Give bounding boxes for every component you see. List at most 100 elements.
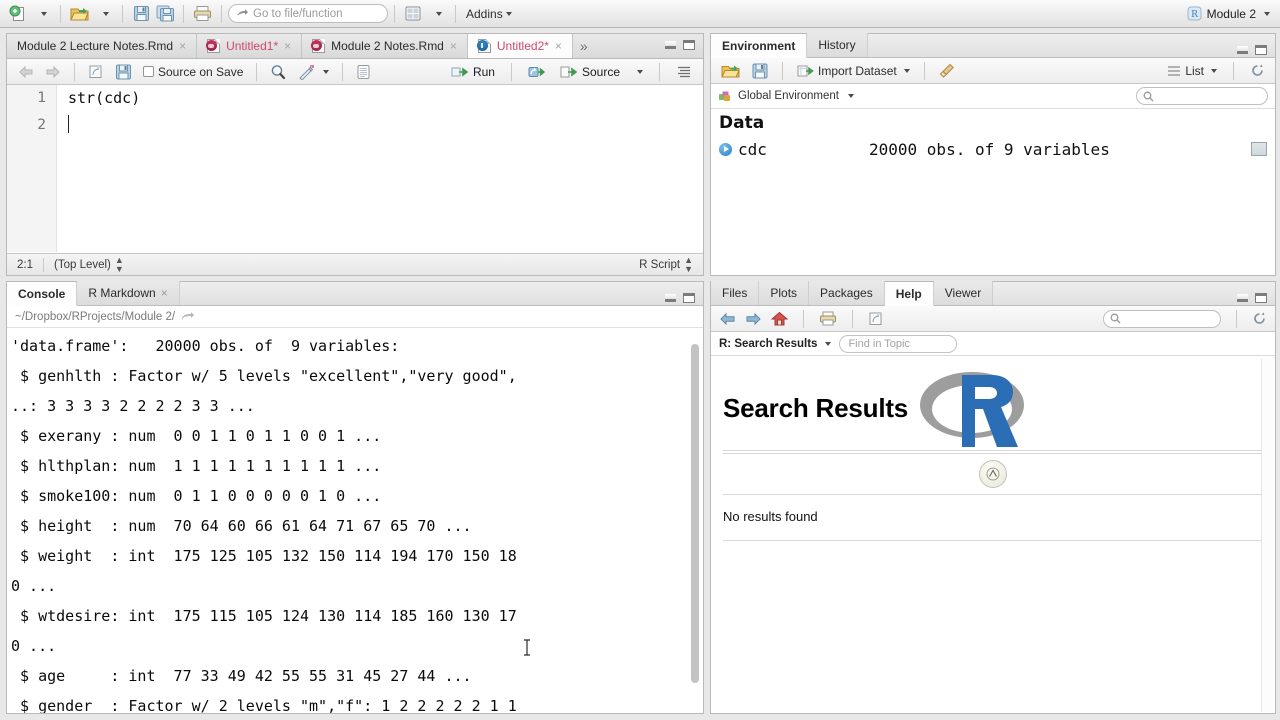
pane-layout-dropdown[interactable] (425, 3, 449, 25)
console-output[interactable]: 'data.frame': 20000 obs. of 9 variables:… (7, 329, 703, 713)
close-icon[interactable]: × (284, 40, 291, 52)
help-title-row: Search Results (723, 372, 1263, 447)
goto-arrow-icon (237, 8, 248, 16)
new-file-dropdown[interactable] (30, 3, 54, 25)
clear-objects-button[interactable] (935, 61, 959, 81)
minimize-icon[interactable] (1237, 294, 1248, 302)
open-file-button[interactable] (67, 3, 92, 25)
checkbox-icon[interactable] (143, 66, 154, 77)
expand-object-icon[interactable] (719, 142, 732, 156)
page-title: Search Results (723, 392, 909, 423)
help-refresh-button[interactable] (1252, 311, 1267, 326)
help-search-input[interactable] (1103, 309, 1221, 328)
close-icon[interactable]: × (450, 40, 457, 52)
main-toolbar: Go to file/function Addins R Module 2 (0, 0, 1280, 28)
maximize-icon[interactable] (683, 40, 695, 50)
show-in-new-window-button[interactable] (84, 62, 108, 82)
tab-plots[interactable]: Plots (759, 281, 810, 305)
close-icon[interactable]: × (179, 40, 186, 52)
save-button[interactable] (129, 3, 153, 25)
tab-help[interactable]: Help (884, 282, 934, 306)
source-button[interactable]: Source (556, 62, 624, 82)
find-in-topic-input[interactable]: Find in Topic (839, 334, 958, 353)
run-button[interactable]: Run (447, 62, 499, 82)
maximize-icon[interactable] (1255, 293, 1267, 303)
help-scrollbar[interactable] (1261, 359, 1274, 712)
project-name: Module 2 (1206, 6, 1256, 21)
source-tab-untitled2[interactable]: Untitled2* × (467, 34, 573, 58)
new-file-button[interactable] (6, 3, 30, 25)
source-dropdown[interactable] (630, 62, 647, 82)
find-replace-button[interactable] (266, 62, 291, 82)
code-area[interactable]: str(cdc) (57, 85, 703, 252)
save-workspace-button[interactable] (748, 61, 772, 81)
text-cursor (68, 115, 69, 133)
source-editor[interactable]: 1 2 str(cdc) (7, 85, 703, 252)
refresh-environment-button[interactable] (1246, 61, 1269, 81)
print-button[interactable] (190, 3, 215, 25)
help-popout-button[interactable] (868, 311, 885, 326)
source-tab-module-2-notes[interactable]: Module 2 Notes.Rmd × (302, 34, 468, 58)
close-icon[interactable]: × (161, 286, 168, 300)
console-line: ..: 3 3 3 3 2 2 2 2 3 3 ... (11, 397, 255, 415)
tab-console[interactable]: Console (7, 282, 78, 306)
tab-label: Packages (820, 286, 873, 300)
tab-files[interactable]: Files (711, 281, 760, 305)
maximize-icon[interactable] (683, 293, 695, 303)
tab-label: Console (18, 286, 66, 301)
code-tools-button[interactable] (294, 62, 333, 82)
chevron-updown-icon: ▲ ▼ (114, 254, 124, 274)
grid-view-icon[interactable] (1251, 142, 1267, 156)
search-icon (1110, 313, 1121, 324)
console-working-directory[interactable]: ~/Dropbox/RProjects/Module 2/ (7, 306, 703, 328)
tab-r-markdown[interactable]: R Markdown × (77, 281, 180, 305)
file-type-selector[interactable]: R Script ▲ ▼ (629, 255, 703, 274)
source-on-save-checkbox[interactable]: Source on Save (139, 62, 247, 82)
help-back-button[interactable] (719, 312, 736, 326)
source-tab-label: Module 2 Lecture Notes.Rmd (17, 39, 174, 53)
scroll-to-top-icon[interactable] (979, 460, 1007, 488)
view-mode-label: List (1185, 63, 1204, 78)
source-save-button[interactable] (111, 62, 136, 82)
console-line: $ exerany : num 0 0 1 1 0 1 1 0 0 1 ... (11, 427, 382, 445)
minimize-icon[interactable] (1237, 46, 1248, 54)
console-scrollbar[interactable] (689, 332, 701, 707)
document-outline-button[interactable] (672, 62, 696, 82)
open-file-dropdown[interactable] (92, 3, 116, 25)
environment-scope-selector[interactable]: Global Environment (711, 84, 1275, 109)
help-topic-selector[interactable]: R: Search Results (719, 338, 832, 350)
compile-report-button[interactable] (352, 62, 375, 82)
load-workspace-button[interactable] (717, 61, 744, 81)
help-forward-button[interactable] (745, 312, 762, 326)
minimize-icon[interactable] (665, 41, 676, 49)
go-to-file-function-input[interactable]: Go to file/function (228, 4, 388, 23)
console-line: $ hlthplan: num 1 1 1 1 1 1 1 1 1 1 ... (11, 457, 382, 475)
help-home-button[interactable] (771, 311, 788, 326)
help-print-button[interactable] (819, 311, 837, 326)
save-all-button[interactable] (153, 3, 177, 25)
source-tab-overflow-button[interactable]: » (573, 34, 595, 58)
close-icon[interactable]: × (555, 40, 562, 52)
view-mode-button[interactable]: List (1163, 61, 1221, 81)
maximize-icon[interactable] (1255, 45, 1267, 55)
tab-history[interactable]: History (807, 33, 868, 57)
cursor-position: 2:1 (7, 259, 43, 271)
tab-viewer[interactable]: Viewer (933, 281, 994, 305)
tab-environment[interactable]: Environment (711, 34, 808, 58)
source-tab-module-2-lecture-notes[interactable]: Module 2 Lecture Notes.Rmd × (7, 34, 198, 58)
tab-packages[interactable]: Packages (809, 281, 885, 305)
source-back-button[interactable] (14, 62, 38, 82)
addins-menu[interactable]: Addins (462, 7, 516, 21)
project-menu[interactable]: R Module 2 (1187, 6, 1274, 21)
scope-selector[interactable]: (Top Level) ▲ ▼ (44, 254, 134, 274)
divider (723, 453, 1263, 454)
rerun-button[interactable] (524, 62, 550, 82)
environment-search-input[interactable] (1136, 87, 1268, 105)
source-tab-untitled1[interactable]: Untitled1* × (197, 34, 303, 58)
import-dataset-button[interactable]: Import Dataset (793, 61, 914, 81)
source-forward-button[interactable] (41, 62, 65, 82)
minimize-icon[interactable] (665, 294, 676, 302)
pane-layout-button[interactable] (401, 3, 425, 25)
environment-object-row[interactable]: cdc 20000 obs. of 9 variables (711, 135, 1275, 163)
scrollbar-thumb[interactable] (691, 344, 699, 683)
